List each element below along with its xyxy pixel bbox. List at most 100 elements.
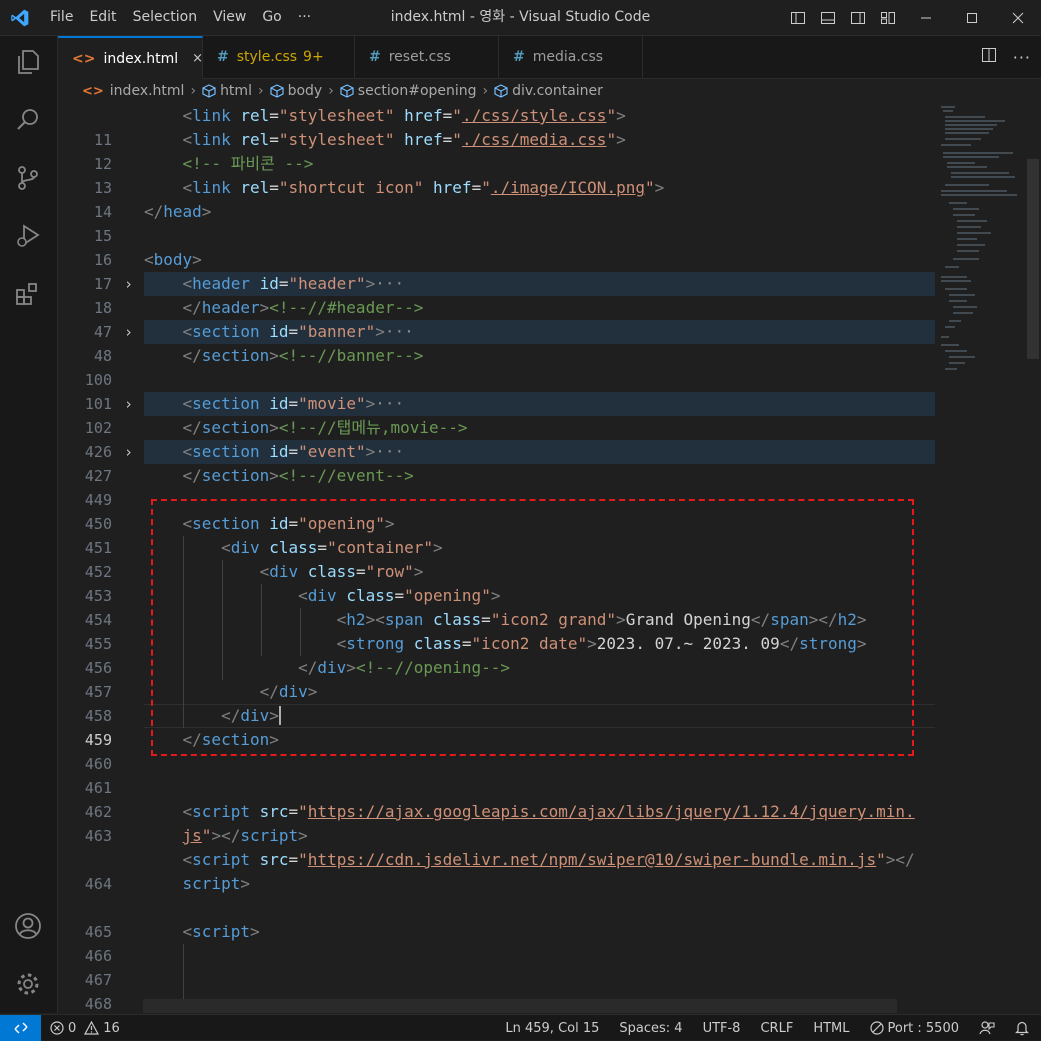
code-line: 101 [58,368,935,413]
code-line: 462 [58,776,935,821]
window-title: index.html - 영화 - Visual Studio Code [390,9,651,25]
code-text: <section id="opening"> [182,514,395,533]
code-line: 449 </section><!--//event--> [58,464,935,509]
menu-selection[interactable]: Selection [125,0,206,35]
code-line: 47 </header><!--//#header--> [58,296,935,341]
feedback-icon[interactable] [979,1020,995,1036]
code-editor[interactable]: 11 <link rel="stylesheet" href="./css/st… [58,104,935,1013]
toggle-secondary-sidebar-icon[interactable] [843,0,873,35]
element-cube-icon [202,84,216,98]
tab-media-css[interactable]: # media.css [499,36,643,78]
tab-label: reset.css [388,49,451,65]
code-line: 14 <link rel="shortcut icon" href="./ima… [58,176,935,221]
problems-indicator[interactable]: 0 16 [50,1015,120,1041]
split-editor-icon[interactable] [981,47,997,67]
href-value[interactable]: ./css/style.css [462,106,607,125]
css-file-icon: # [513,49,525,65]
code-text: </div><!--//opening--> [298,658,511,677]
notifications-bell-icon[interactable] [1015,1020,1029,1036]
code-line: 458 </div> [58,680,935,725]
menu-go[interactable]: Go [254,0,289,35]
menu-more-icon[interactable]: ··· [290,0,319,35]
close-window-icon[interactable] [995,0,1041,35]
cursor-position[interactable]: Ln 459, Col 15 [505,1021,599,1036]
eol-selector[interactable]: CRLF [760,1021,793,1036]
maximize-icon[interactable] [949,0,995,35]
code-line: 102 › <section id="movie">··· [58,392,935,437]
element-cube-icon [494,84,508,98]
menu-edit[interactable]: Edit [81,0,124,35]
live-server-port[interactable]: Port : 5500 [869,1021,959,1036]
source-control-icon[interactable] [12,162,44,194]
code-text: script> [182,874,250,893]
code-line-wrapped: js"></script> [58,824,935,848]
explorer-icon[interactable] [12,46,44,78]
code-text: <section id="banner">··· [182,322,414,341]
language-mode[interactable]: HTML [813,1021,849,1036]
encoding-selector[interactable]: UTF-8 [703,1021,741,1036]
horizontal-scrollbar[interactable] [143,999,897,1013]
fold-expand-icon[interactable]: › [124,440,133,464]
breadcrumb-item-file[interactable]: <> index.html [82,83,184,99]
html-comment: <!--//탭메뉴,movie--> [278,418,468,437]
fold-expand-icon[interactable]: › [124,392,133,416]
script-src[interactable]: https://cdn.jsdelivr.net/npm/swiper@10/s… [308,850,876,869]
toggle-primary-sidebar-icon[interactable] [783,0,813,35]
extensions-icon[interactable] [12,278,44,310]
html-file-icon: <> [82,83,104,99]
customize-layout-icon[interactable] [873,0,903,35]
vertical-scrollbar[interactable] [1025,104,1041,1013]
error-icon [50,1021,64,1035]
text-cursor [278,706,281,725]
breadcrumb-item-div[interactable]: › div.container [477,83,603,99]
text-content: Grand Opening [625,610,751,629]
breadcrumb-label: html [220,83,252,99]
code-text: js"></script> [182,826,308,845]
run-debug-icon[interactable] [12,220,44,252]
code-line: 468 [58,968,935,1013]
code-text: <link rel="stylesheet" href="./css/style… [182,106,626,125]
script-src[interactable]: js [183,826,202,845]
breadcrumb-item-section[interactable]: › section#opening [322,83,476,99]
code-line: 463 <script src="https://ajax.googleapis… [58,800,935,845]
indentation-setting[interactable]: Spaces: 4 [619,1021,682,1036]
fold-expand-icon[interactable]: › [124,272,133,296]
accounts-icon[interactable] [12,910,44,942]
breadcrumb-item-body[interactable]: › body [252,83,322,99]
script-src[interactable]: https://ajax.googleapis.com/ajax/libs/jq… [308,802,915,821]
tab-label: media.css [532,49,604,65]
settings-gear-icon[interactable] [12,968,44,1000]
warning-icon [84,1021,100,1035]
scrollbar-thumb[interactable] [1027,159,1039,359]
html-comment: <!--//opening--> [355,658,511,677]
href-value[interactable]: ./css/media.css [462,130,607,149]
html-file-icon: <> [72,50,96,67]
menu-view[interactable]: View [205,0,254,35]
search-icon[interactable] [12,104,44,136]
tab-reset-css[interactable]: # reset.css [355,36,499,78]
code-line: 13 <!-- 파비콘 --> [58,152,935,197]
code-line: 48 › <section id="banner">··· [58,320,935,365]
tab-style-css[interactable]: # style.css 9+ [203,36,355,78]
tab-index-html[interactable]: <> index.html × [58,36,203,79]
warning-count: 16 [103,1020,120,1036]
minimize-icon[interactable] [903,0,949,35]
code-line: 18 › <header id="header">··· [58,272,935,317]
toggle-panel-icon[interactable] [813,0,843,35]
menu-bar: File Edit Selection View Go ··· [42,0,319,35]
code-line: 466 <script> [58,920,935,965]
no-entry-icon [869,1021,884,1035]
breadcrumb-item-html[interactable]: › html [184,83,252,99]
code-text: </div> [259,682,318,701]
more-actions-icon[interactable]: ··· [1013,48,1031,67]
remote-indicator-icon[interactable] [0,1015,41,1041]
code-line: 465 [58,896,935,941]
minimap[interactable] [935,104,1025,1013]
fold-expand-icon[interactable]: › [124,320,133,344]
code-line: 461 [58,752,935,797]
code-line: 451 <section id="opening"> [58,512,935,557]
breadcrumb-label: index.html [109,83,185,99]
href-value[interactable]: ./image/ICON.png [491,178,645,197]
menu-file[interactable]: File [42,0,81,35]
close-tab-icon[interactable]: × [192,51,203,66]
